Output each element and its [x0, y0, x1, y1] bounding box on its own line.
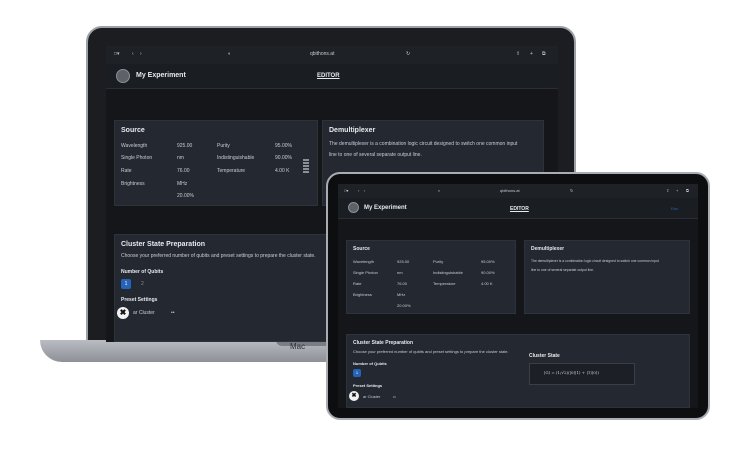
source-row-value[interactable]: 925.00 — [177, 143, 192, 149]
prop-value[interactable]: 4.00 K — [275, 168, 289, 174]
source-panel: Source Wavelength 925.00 Single Photon n… — [346, 240, 516, 314]
forward-icon[interactable]: › — [140, 51, 142, 57]
brand-logo-icon: ✖ — [349, 391, 359, 401]
prop-label: Indistinguishable — [217, 155, 255, 161]
qubits-label: Number of Qubits — [353, 361, 387, 366]
prop-label: Purity — [217, 143, 230, 149]
share-icon[interactable]: ⇧ — [516, 51, 520, 57]
qubit-option-2[interactable]: 2 — [141, 281, 144, 287]
source-row-value: nm — [177, 155, 184, 161]
cluster-description: Choose your preferred number of qubits a… — [121, 253, 316, 259]
address-bar[interactable]: qbithons.at — [310, 51, 334, 57]
tablet-app-header: My Experiment EDITOR Run — [338, 198, 698, 219]
back-icon[interactable]: ‹ — [358, 188, 359, 193]
sidebar-icon[interactable]: □▾ — [114, 51, 120, 57]
app-header: My Experiment EDITOR — [106, 64, 558, 89]
tablet-browser-toolbar: □▾ ‹ › ◐ qbithons.at ↻ ⇧ + ⧉ — [338, 184, 698, 199]
preset-label: Preset Settings — [121, 297, 158, 303]
avatar[interactable] — [348, 202, 359, 213]
avatar[interactable] — [116, 69, 130, 83]
qubits-label: Number of Qubits — [121, 269, 164, 275]
tabs-overview-icon[interactable]: ⧉ — [686, 188, 689, 193]
qubit-option-1[interactable]: 1 — [353, 369, 361, 377]
app-title: My Experiment — [136, 72, 186, 79]
source-row-value[interactable]: 76.00 — [397, 281, 407, 286]
source-extra-value[interactable]: 20.00% — [177, 193, 194, 199]
address-bar[interactable]: qbithons.at — [500, 188, 520, 193]
source-extra-value[interactable]: 20.00% — [397, 303, 411, 308]
prop-value[interactable]: 4.00 K — [481, 281, 493, 286]
preset-option[interactable]: ar Cluster — [133, 310, 155, 316]
prop-value[interactable]: 95.00% — [481, 259, 495, 264]
prop-label: Indistinguishable — [433, 270, 463, 275]
demux-panel: Demultiplexer The demultiplexer is a com… — [524, 240, 690, 314]
forward-icon[interactable]: › — [364, 188, 365, 193]
prop-value[interactable]: 90.00% — [481, 270, 495, 275]
prop-label: Temperature — [433, 281, 456, 286]
source-row-label: Single Photon — [121, 155, 153, 161]
source-title: Source — [121, 127, 145, 134]
reload-icon[interactable]: ↻ — [570, 188, 573, 193]
demux-title: Demultiplexer — [329, 127, 376, 134]
source-row-value[interactable]: 925.00 — [397, 259, 409, 264]
tab-editor[interactable]: EDITOR — [317, 73, 340, 79]
tab-editor[interactable]: EDITOR — [510, 206, 529, 212]
reload-icon[interactable]: ↻ — [406, 51, 410, 57]
prop-value[interactable]: 90.00% — [275, 155, 292, 161]
shield-icon: ◐ — [438, 188, 441, 193]
back-icon[interactable]: ‹ — [132, 51, 134, 57]
qubit-option-1[interactable]: 1 — [121, 279, 131, 289]
preset-label: Preset Settings — [353, 383, 383, 388]
run-link[interactable]: Run — [671, 206, 678, 211]
source-row-value[interactable]: 76.00 — [177, 168, 190, 174]
brand-logo-icon: ✖ — [117, 307, 129, 319]
cluster-title: Cluster State Preparation — [353, 340, 414, 346]
tablet-screen: □▾ ‹ › ◐ qbithons.at ↻ ⇧ + ⧉ My Experime… — [338, 184, 698, 408]
cluster-description: Choose your preferred number of qubits a… — [353, 349, 509, 354]
app-title: My Experiment — [364, 205, 407, 211]
preset-more-icon[interactable]: •• — [393, 394, 396, 399]
new-tab-icon[interactable]: + — [676, 188, 678, 193]
new-tab-icon[interactable]: + — [530, 51, 533, 57]
source-row-label: Wavelength — [353, 259, 374, 264]
shield-icon: ◐ — [228, 51, 232, 57]
cluster-panel: Cluster State Preparation Choose your pr… — [346, 334, 690, 408]
preset-option[interactable]: ar Cluster — [363, 394, 380, 399]
browser-toolbar: □▾ ‹ › ◐ qbithons.at ↻ ⇧ + ⧉ — [106, 46, 558, 65]
source-row-label: Rate — [121, 168, 132, 174]
cluster-state-equation: |G⟩ = (1/√2)(|0⟩|1⟩ + |1⟩|0⟩) — [544, 370, 599, 375]
cluster-state-equation-box: |G⟩ = (1/√2)(|0⟩|1⟩ + |1⟩|0⟩) — [529, 363, 635, 385]
source-row-label: Brightness — [353, 292, 372, 297]
stack-icon — [303, 159, 309, 179]
laptop-brand-label: Mac — [290, 342, 306, 351]
source-row-label: Single Photon — [353, 270, 378, 275]
preset-more-icon[interactable]: •• — [171, 310, 175, 316]
source-row-value: MHz — [177, 181, 188, 187]
cluster-title: Cluster State Preparation — [121, 241, 206, 248]
source-row-value: nm — [397, 270, 403, 275]
source-title: Source — [353, 246, 370, 252]
source-row-label: Brightness — [121, 181, 145, 187]
cluster-state-title: Cluster State — [529, 353, 560, 359]
prop-value[interactable]: 95.00% — [275, 143, 292, 149]
tabs-overview-icon[interactable]: ⧉ — [542, 51, 546, 57]
demux-description: The demultiplexer is a combination logic… — [329, 141, 518, 158]
sidebar-icon[interactable]: □▾ — [344, 188, 348, 193]
prop-label: Temperature — [217, 168, 246, 174]
share-icon[interactable]: ⇧ — [666, 188, 669, 193]
source-row-label: Rate — [353, 281, 362, 286]
source-panel: Source Wavelength 925.00 Single Photon n… — [114, 120, 318, 206]
source-row-label: Wavelength — [121, 143, 148, 149]
prop-label: Purity — [433, 259, 444, 264]
demux-description: The demultiplexer is a combination logic… — [531, 259, 659, 272]
demux-title: Demultiplexer — [531, 246, 565, 252]
source-row-value: MHz — [397, 292, 406, 297]
